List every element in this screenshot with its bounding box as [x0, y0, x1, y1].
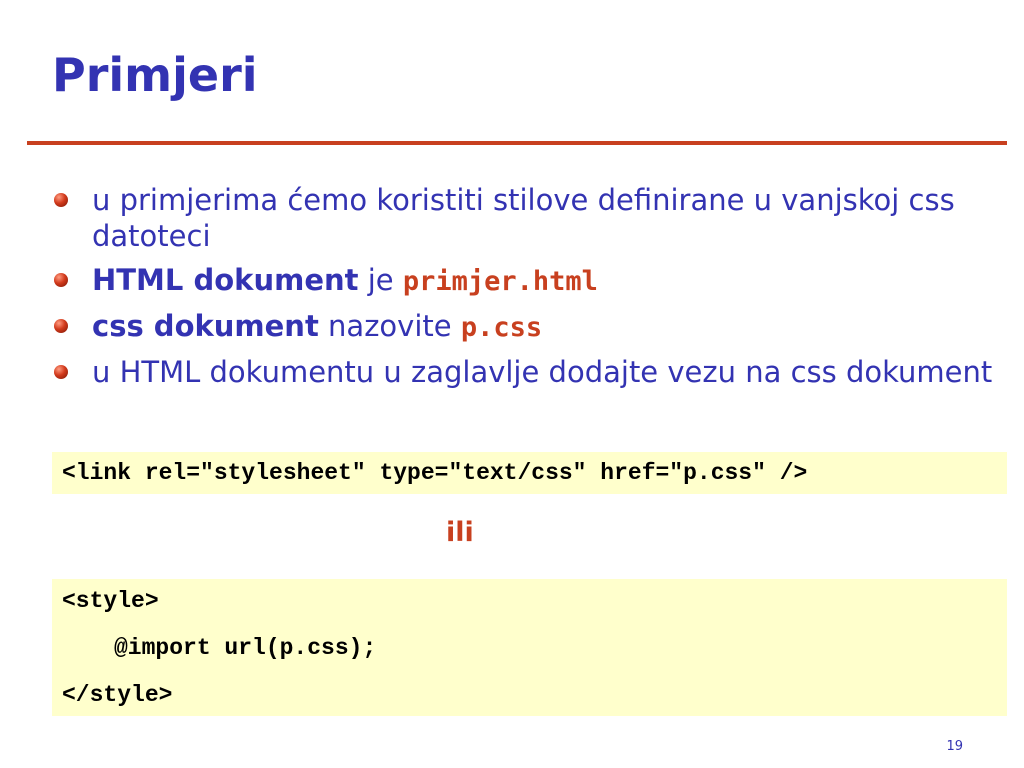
bullet-item: HTML dokument je primjer.html	[52, 262, 1002, 300]
bullet-text: nazovite	[318, 309, 461, 343]
title-divider	[27, 141, 1007, 145]
bullet-text: u primjerima ćemo koristiti stilove defi…	[92, 183, 955, 253]
bullet-list: u primjerima ćemo koristiti stilove defi…	[52, 182, 1002, 398]
bullet-item: css dokument nazovite p.css	[52, 308, 1002, 346]
bullet-bold-text: css dokument	[92, 309, 319, 343]
bullet-text: je	[358, 263, 403, 297]
bullet-sphere-icon	[54, 365, 68, 379]
bullet-bold-text: HTML dokument	[92, 263, 359, 297]
code-line: @import url(p.css);	[114, 635, 377, 661]
slide-title: Primjeri	[52, 48, 258, 102]
separator-text: ili	[446, 517, 474, 548]
style-code-block: <style> @import url(p.css); </style>	[52, 579, 1007, 716]
bullet-text: u HTML dokumentu u zaglavlje dodajte vez…	[92, 355, 993, 389]
code-line: <style>	[62, 588, 159, 614]
bullet-item: u HTML dokumentu u zaglavlje dodajte vez…	[52, 354, 1002, 390]
bullet-item: u primjerima ćemo koristiti stilove defi…	[52, 182, 1002, 254]
bullet-sphere-icon	[54, 193, 68, 207]
link-code-block: <link rel="stylesheet" type="text/css" h…	[52, 452, 1007, 494]
code-line: </style>	[62, 682, 173, 708]
page-number: 19	[946, 739, 963, 754]
bullet-code: primjer.html	[402, 266, 598, 297]
bullet-code: p.css	[460, 312, 543, 343]
bullet-sphere-icon	[54, 319, 68, 333]
bullet-sphere-icon	[54, 273, 68, 287]
